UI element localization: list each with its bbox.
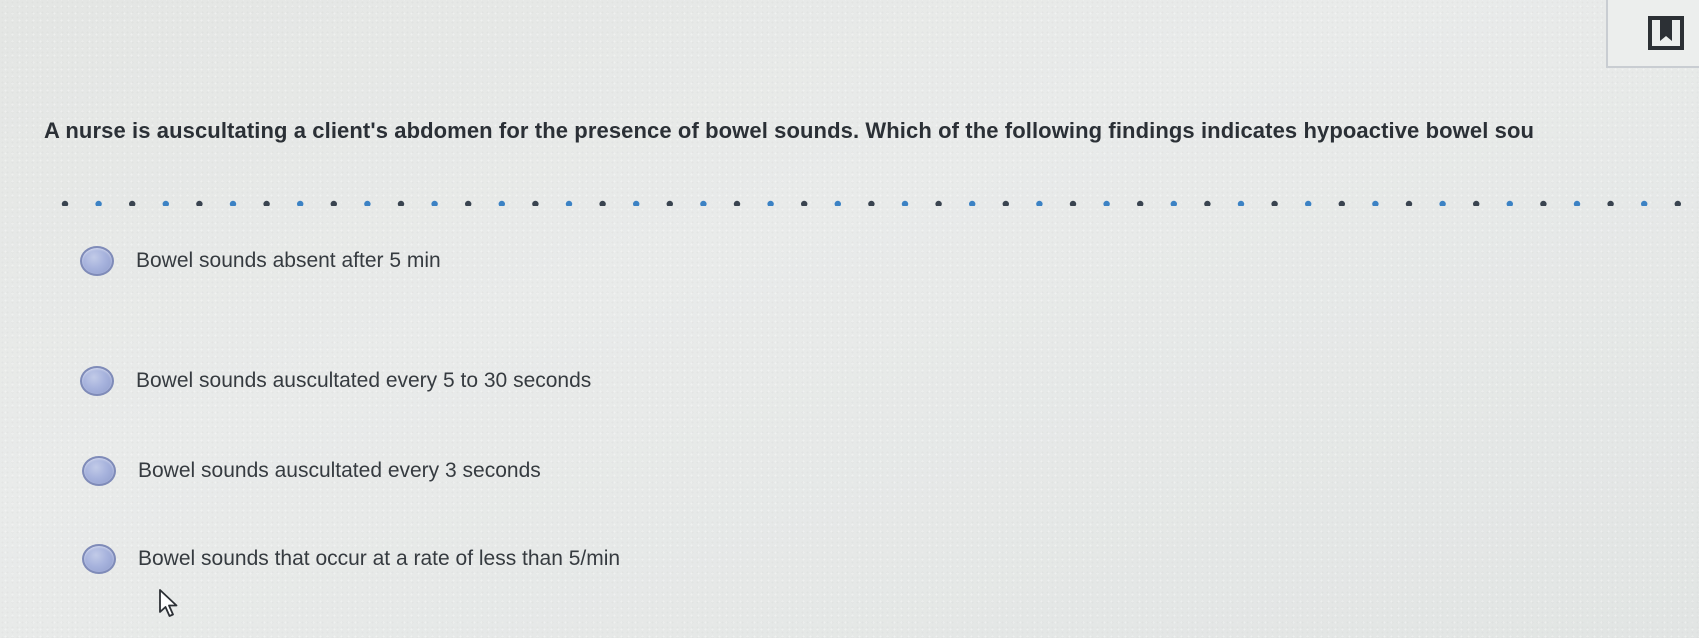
divider-dot (1204, 200, 1211, 206)
divider-dot (263, 200, 270, 206)
toolbar-corner (1606, 0, 1699, 68)
divider-dot (61, 200, 69, 206)
divider-dot (1506, 200, 1513, 206)
divider-dot (397, 200, 405, 206)
divider-dot (1103, 200, 1110, 206)
divider-dot (1607, 200, 1614, 206)
divider-dot (868, 200, 875, 206)
divider-dot (162, 200, 169, 206)
divider-dot (1036, 200, 1043, 206)
divider-dot (969, 200, 976, 206)
option-3[interactable]: Bowel sounds auscultated every 3 seconds (82, 456, 541, 486)
divider-dot (431, 200, 438, 206)
divider-dot (1473, 200, 1480, 206)
divider-dot (465, 200, 472, 206)
divider-dot (1137, 200, 1144, 206)
mouse-pointer-icon (158, 588, 180, 618)
divider-dot (834, 200, 841, 206)
divider-dot (901, 200, 909, 206)
divider-dot (1641, 200, 1648, 206)
divider-dot (364, 200, 371, 206)
question-text: A nurse is auscultating a client's abdom… (44, 118, 1535, 143)
divider-dot (666, 200, 673, 206)
divider-dot (700, 200, 707, 206)
divider-dot (1305, 200, 1312, 206)
option-4[interactable]: Bowel sounds that occur at a rate of les… (82, 544, 620, 574)
divider-dot (599, 200, 606, 206)
divider-dot (633, 200, 640, 206)
divider-dot (95, 200, 102, 206)
radio-button[interactable] (80, 366, 114, 396)
divider-dot (1338, 200, 1345, 206)
divider-dot (1540, 200, 1547, 206)
option-label: Bowel sounds absent after 5 min (136, 249, 441, 272)
divider-dot (1573, 200, 1581, 206)
divider-dot (1439, 200, 1446, 206)
option-label: Bowel sounds auscultated every 3 seconds (138, 459, 541, 482)
divider-dot (532, 200, 539, 206)
option-label: Bowel sounds that occur at a rate of les… (138, 547, 621, 570)
divider-dot (129, 200, 136, 206)
divider-dot (1002, 200, 1009, 206)
divider-dot (1674, 200, 1681, 206)
radio-button[interactable] (82, 544, 116, 574)
option-label: Bowel sounds auscultated every 5 to 30 s… (136, 369, 592, 392)
option-2[interactable]: Bowel sounds auscultated every 5 to 30 s… (80, 366, 591, 396)
divider-dot (565, 200, 573, 206)
option-1[interactable]: Bowel sounds absent after 5 min (80, 246, 441, 276)
divider-dot (229, 200, 237, 206)
divider-dot (1405, 200, 1413, 206)
divider-dot (498, 200, 505, 206)
divider-dot (1237, 200, 1245, 206)
question-divider (60, 196, 1699, 206)
divider-dot (767, 200, 774, 206)
background-texture (0, 0, 1699, 638)
divider-dot (1170, 200, 1177, 206)
divider-dot (196, 200, 203, 206)
bookmark-button[interactable] (1644, 14, 1688, 52)
bookmark-icon (1647, 15, 1685, 51)
divider-dot (297, 200, 304, 206)
divider-dot (1069, 200, 1077, 206)
divider-dot (330, 200, 337, 206)
divider-dot (733, 200, 741, 206)
divider-dot (801, 200, 808, 206)
divider-dot (1271, 200, 1278, 206)
divider-dot (1372, 200, 1379, 206)
radio-button[interactable] (80, 246, 114, 276)
radio-button[interactable] (82, 456, 116, 486)
divider-dot (935, 200, 942, 206)
